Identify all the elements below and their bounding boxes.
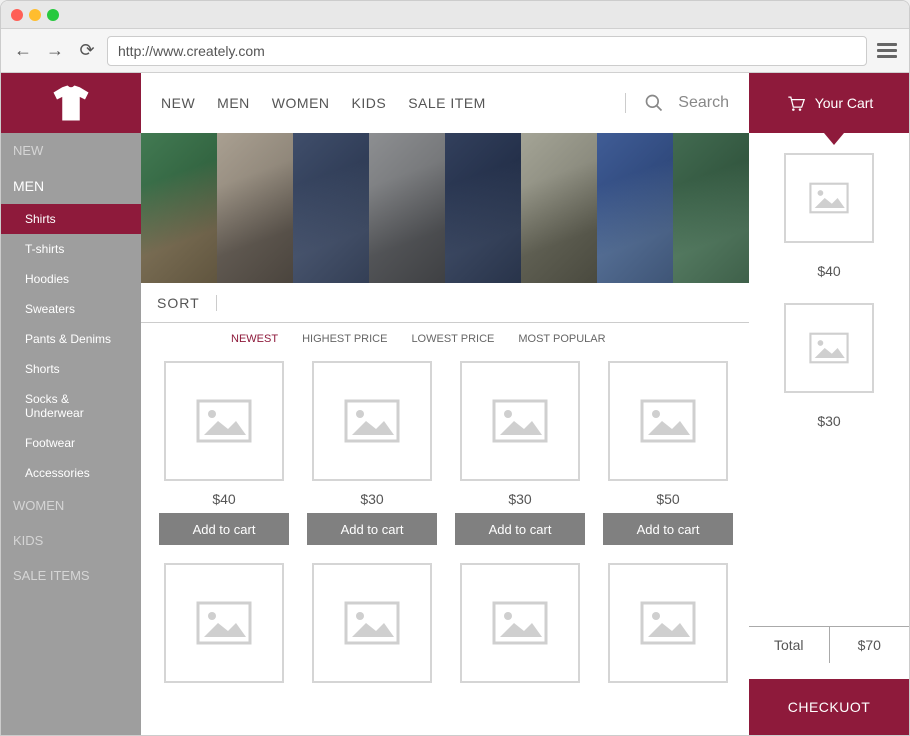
- product-card: [455, 563, 585, 683]
- window-titlebar: [1, 1, 909, 29]
- page-body: NEW MEN WOMEN KIDS SALE ITEM Search Your…: [1, 73, 909, 735]
- sort-option[interactable]: HIGHEST PRICE: [302, 333, 387, 345]
- checkout-button[interactable]: CHECKUOT: [749, 679, 909, 735]
- image-placeholder-icon: [608, 361, 728, 481]
- sidebar-item[interactable]: SALE ITEMS: [1, 558, 141, 593]
- logo[interactable]: [1, 73, 141, 133]
- sort-label: SORT: [157, 295, 217, 311]
- cart-item: $40: [784, 153, 874, 279]
- cart-button[interactable]: Your Cart: [749, 73, 909, 133]
- menu-icon[interactable]: [875, 39, 899, 63]
- back-button[interactable]: ←: [11, 39, 35, 63]
- image-placeholder-icon: [460, 361, 580, 481]
- product-price: $40: [212, 491, 235, 507]
- sort-option[interactable]: NEWEST: [231, 333, 278, 345]
- banner-image: [369, 133, 445, 283]
- image-placeholder-icon: [460, 563, 580, 683]
- tshirt-icon: [50, 82, 92, 124]
- maximize-icon[interactable]: [47, 9, 59, 21]
- cart-item-price: $30: [817, 413, 840, 429]
- cart-label: Your Cart: [815, 95, 874, 111]
- total-value: $70: [830, 627, 910, 663]
- product-card: [603, 563, 733, 683]
- add-to-cart-button[interactable]: Add to cart: [603, 513, 733, 545]
- product-price: $30: [360, 491, 383, 507]
- main-content: SORT NEWEST HIGHEST PRICE LOWEST PRICE MOST…: [141, 73, 749, 735]
- nav-men[interactable]: MEN: [217, 95, 250, 111]
- search-placeholder: Search: [678, 94, 729, 112]
- banner-image: [293, 133, 369, 283]
- image-placeholder-icon: [784, 303, 874, 393]
- sidebar-item[interactable]: Socks & Underwear: [1, 384, 141, 428]
- sort-option[interactable]: MOST POPULAR: [518, 333, 605, 345]
- nav-sale[interactable]: SALE ITEM: [408, 95, 486, 111]
- reload-button[interactable]: ⟳: [75, 39, 99, 63]
- sidebar-item[interactable]: Footwear: [1, 428, 141, 458]
- sidebar-item[interactable]: MEN: [1, 168, 141, 204]
- nav-kids[interactable]: KIDS: [352, 95, 387, 111]
- top-nav: NEW MEN WOMEN KIDS SALE ITEM Search: [141, 73, 749, 133]
- product-grid: $40 Add to cart $30 Add to cart $30 Add to ca…: [141, 351, 749, 693]
- cart-item: $30: [784, 303, 874, 429]
- add-to-cart-button[interactable]: Add to cart: [307, 513, 437, 545]
- image-placeholder-icon: [312, 361, 432, 481]
- sidebar-item[interactable]: WOMEN: [1, 488, 141, 523]
- banner-image: [217, 133, 293, 283]
- sidebar-item[interactable]: Hoodies: [1, 264, 141, 294]
- product-card: $30 Add to cart: [455, 361, 585, 545]
- sidebar-item[interactable]: Shorts: [1, 354, 141, 384]
- cart-item-price: $40: [817, 263, 840, 279]
- nav-women[interactable]: WOMEN: [272, 95, 330, 111]
- sidebar-item[interactable]: T-shirts: [1, 234, 141, 264]
- hero-banner: [141, 133, 749, 283]
- product-card: $40 Add to cart: [159, 361, 289, 545]
- add-to-cart-button[interactable]: Add to cart: [159, 513, 289, 545]
- sidebar: NEWMENShirtsT-shirtsHoodiesSweatersPants…: [1, 73, 141, 735]
- sort-option[interactable]: LOWEST PRICE: [411, 333, 494, 345]
- sidebar-item[interactable]: Accessories: [1, 458, 141, 488]
- banner-image: [141, 133, 217, 283]
- browser-window: ← → ⟳ NEW MEN WOMEN KIDS SALE ITEM Searc…: [0, 0, 910, 736]
- forward-button[interactable]: →: [43, 39, 67, 63]
- image-placeholder-icon: [608, 563, 728, 683]
- product-price: $30: [508, 491, 531, 507]
- cart-total-row: Total $70: [749, 626, 909, 663]
- search-icon: [644, 93, 664, 113]
- url-input[interactable]: [107, 36, 867, 66]
- close-icon[interactable]: [11, 9, 23, 21]
- sidebar-item[interactable]: Pants & Denims: [1, 324, 141, 354]
- banner-image: [445, 133, 521, 283]
- image-placeholder-icon: [164, 361, 284, 481]
- nav-new[interactable]: NEW: [161, 95, 195, 111]
- product-card: [307, 563, 437, 683]
- sidebar-item[interactable]: NEW: [1, 133, 141, 168]
- cart-arrow-icon: [824, 133, 844, 145]
- product-card: $50 Add to cart: [603, 361, 733, 545]
- search-box[interactable]: Search: [625, 93, 729, 113]
- minimize-icon[interactable]: [29, 9, 41, 21]
- site-header: NEW MEN WOMEN KIDS SALE ITEM Search Your…: [1, 73, 909, 133]
- image-placeholder-icon: [312, 563, 432, 683]
- browser-toolbar: ← → ⟳: [1, 29, 909, 73]
- image-placeholder-icon: [784, 153, 874, 243]
- product-card: $30 Add to cart: [307, 361, 437, 545]
- sidebar-item[interactable]: Sweaters: [1, 294, 141, 324]
- total-label: Total: [749, 627, 830, 663]
- cart-icon: [785, 93, 805, 113]
- product-card: [159, 563, 289, 683]
- product-price: $50: [656, 491, 679, 507]
- sort-options: NEWEST HIGHEST PRICE LOWEST PRICE MOST POPU…: [141, 323, 749, 351]
- image-placeholder-icon: [164, 563, 284, 683]
- traffic-lights: [11, 9, 59, 21]
- banner-image: [673, 133, 749, 283]
- banner-image: [521, 133, 597, 283]
- cart-panel: $40 $30 Total $70 CHECKUOT: [749, 73, 909, 735]
- add-to-cart-button[interactable]: Add to cart: [455, 513, 585, 545]
- sidebar-item[interactable]: KIDS: [1, 523, 141, 558]
- sort-bar: SORT: [141, 283, 749, 323]
- sidebar-item[interactable]: Shirts: [1, 204, 141, 234]
- banner-image: [597, 133, 673, 283]
